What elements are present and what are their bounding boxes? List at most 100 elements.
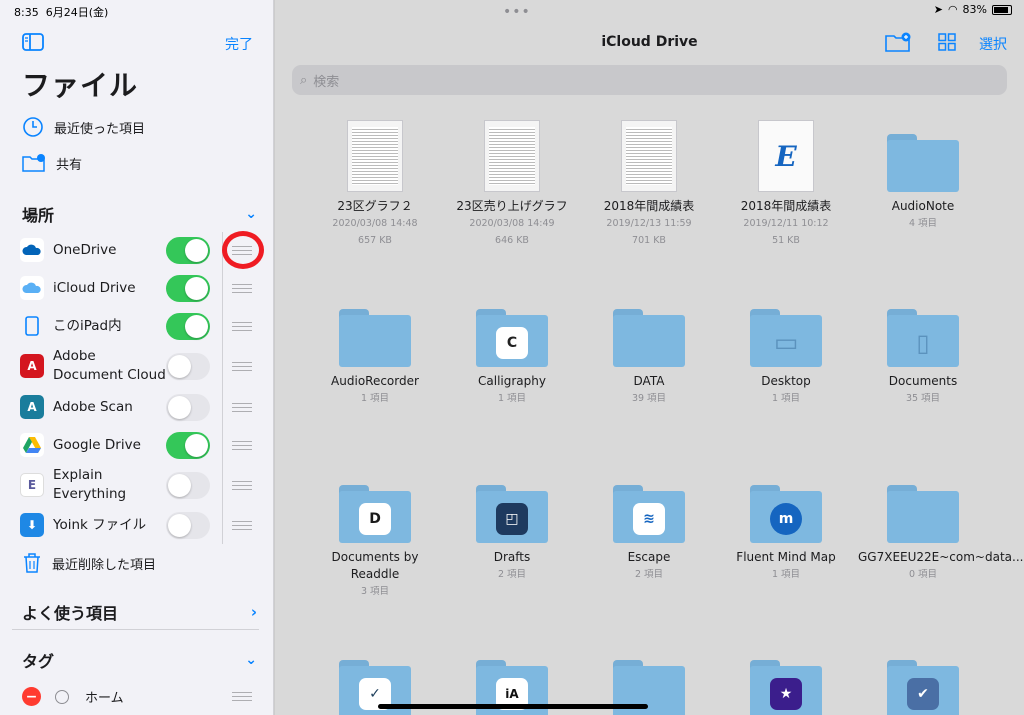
item-count: 2 項目 [634,569,664,580]
spreadsheet-thumbnail-icon [347,120,403,192]
delete-minus-icon[interactable]: − [22,687,41,706]
location-label: Google Drive [53,436,141,453]
item-count: 1 項目 [360,393,390,404]
toggle-adobe-scan[interactable] [166,393,210,421]
location-explain-everything[interactable]: E Explain Everything [20,466,266,504]
favorites-header[interactable]: よく使う項目 › [22,600,257,624]
folder-icon: ▯ [887,309,959,367]
item-date: 2019/12/13 11:59 [606,218,692,229]
folder-item[interactable]: ≋ Escape 2 項目 [584,485,714,583]
folder-item[interactable]: ▭ Desktop 1 項目 [721,309,851,407]
location-label: iCloud Drive [53,279,136,296]
folder-item[interactable]: ✔ [858,660,988,715]
folder-item[interactable]: D Documents by Readdle 3 項目 [310,485,440,600]
toggle-adobe-document-cloud[interactable] [166,352,210,380]
battery-percent: 83% [962,3,987,16]
location-adobe-scan[interactable]: A Adobe Scan [20,388,266,426]
imovie-icon: ★ [770,678,802,710]
chevron-down-icon: ⌄ [245,652,257,668]
item-count: 3 項目 [360,586,390,597]
status-bar: 8:35 6月24日(金) ➤ ◠ 83% [0,0,1024,22]
item-name: Fluent Mind Map [736,550,836,564]
folder-item[interactable]: AudioRecorder 1 項目 [310,309,440,407]
sidebar: 完了 ファイル 最近使った項目 共有 場所 ⌄ OneDrive iCloud … [0,0,274,715]
folder-item[interactable]: ◰ Drafts 2 項目 [447,485,577,583]
chevron-right-icon: › [250,603,257,621]
toggle-explain-everything[interactable] [166,471,210,499]
drag-handle-icloud[interactable] [232,284,252,293]
folder-icon: ✔ [887,660,959,715]
folder-item[interactable]: C Calligraphy 1 項目 [447,309,577,407]
folder-item[interactable]: ★ [721,660,851,715]
location-label: Yoink ファイル [53,516,147,533]
toggle-icloud[interactable] [166,274,210,302]
nav-shared[interactable]: 共有 [22,153,82,173]
location-icloud[interactable]: iCloud Drive [20,269,266,307]
file-item[interactable]: 23区グラフ２ 2020/03/08 14:48 657 KB [310,120,440,249]
search-field[interactable]: ⌕ 検索 [292,65,1007,95]
location-yoink[interactable]: ⬇ Yoink ファイル [20,506,266,544]
annotation-circle [222,231,264,269]
folder-icon: D [339,485,411,543]
nav-label: 最近削除した項目 [52,557,157,573]
yoink-icon: ⬇ [20,513,44,537]
item-size: 701 KB [632,235,666,246]
drag-handle-google-drive[interactable] [232,441,252,450]
search-placeholder: 検索 [313,74,340,90]
nav-label: 最近使った項目 [54,121,146,137]
grid-view-icon[interactable] [938,33,956,55]
nav-recently-deleted[interactable]: 最近削除した項目 [22,552,156,574]
drag-handle-adobe-document-cloud[interactable] [232,362,252,371]
drag-handle-ipad[interactable] [232,322,252,331]
chevron-down-icon: ⌄ [245,206,257,222]
folder-item[interactable]: GG7XEEU22E~com~data...csToGo 0 項目 [858,485,1024,583]
document-icon: ▯ [916,329,930,357]
location-google-drive[interactable]: Google Drive [20,426,266,464]
nav-recents[interactable]: 最近使った項目 [22,116,145,138]
location-icon: ➤ [933,3,943,16]
toggle-onedrive[interactable] [166,236,210,264]
tags-header[interactable]: タグ ⌄ [22,648,257,672]
item-size: 657 KB [358,235,392,246]
drag-handle-tag-home[interactable] [232,692,252,701]
file-item[interactable]: 23区売り上げグラフ 2020/03/08 14:49 646 KB [447,120,577,249]
file-item[interactable]: E 2018年間成績表 2019/12/11 10:12 51 KB [721,120,851,249]
location-label: このiPad内 [53,317,122,334]
folder-item[interactable]: AudioNote 4 項目 [858,134,988,232]
spreadsheet-thumbnail-icon [621,120,677,192]
sidebar-toggle-icon[interactable] [22,33,44,55]
drag-handle-adobe-scan[interactable] [232,403,252,412]
fluent-mindmap-icon: m [770,503,802,535]
drag-handle-explain-everything[interactable] [232,481,252,490]
location-ipad[interactable]: このiPad内 [20,307,266,345]
new-folder-icon[interactable] [885,32,911,56]
folder-icon [339,309,411,367]
select-button[interactable]: 選択 [979,34,1007,54]
file-item[interactable]: 2018年間成績表 2019/12/13 11:59 701 KB [584,120,714,249]
folder-item[interactable]: ▯ Documents 35 項目 [858,309,988,407]
item-count: 4 項目 [908,218,938,229]
folder-item[interactable]: m Fluent Mind Map 1 項目 [721,485,851,583]
drag-handle-yoink[interactable] [232,521,252,530]
home-indicator[interactable] [378,704,648,709]
battery-icon [992,4,1012,15]
item-name: 2018年間成績表 [603,199,695,213]
folder-item[interactable]: DATA 39 項目 [584,309,714,407]
toggle-google-drive[interactable] [166,431,210,459]
locations-header[interactable]: 場所 ⌄ [22,202,257,226]
toggle-ipad[interactable] [166,312,210,340]
item-name: AudioRecorder [331,374,419,388]
location-adobe-document-cloud[interactable]: A Adobe Document Cloud [20,347,266,385]
item-name: GG7XEEU22E~com~data...csToGo [858,550,1024,564]
shared-folder-icon [22,154,45,172]
tag-home[interactable]: − ホーム [22,687,124,706]
item-size: 646 KB [495,235,529,246]
item-name: AudioNote [891,199,955,213]
item-name: DATA [633,374,665,388]
folder-icon: ≋ [613,485,685,543]
adobe-scan-icon: A [20,395,44,419]
item-name: Drafts [493,550,531,564]
toggle-yoink[interactable] [166,511,210,539]
document-e-thumbnail-icon: E [758,120,814,192]
done-button[interactable]: 完了 [225,34,253,54]
